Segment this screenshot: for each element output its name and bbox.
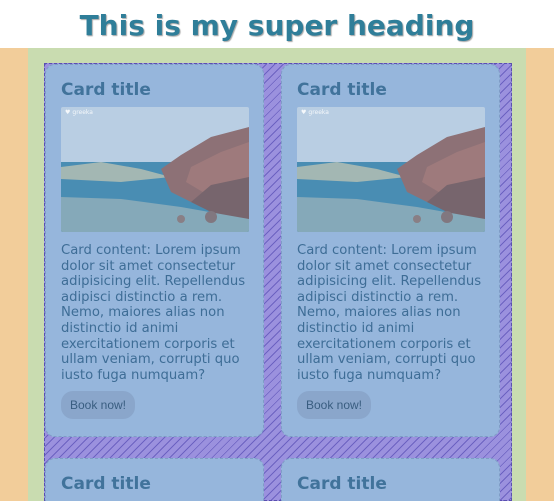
card-content: Card content: Lorem ipsum dolor sit amet…	[297, 243, 482, 383]
card: Card title	[45, 458, 264, 501]
card-image: ♥ greeka	[61, 107, 249, 232]
image-watermark: ♥ greeka	[65, 109, 93, 116]
card-title: Card title	[61, 474, 151, 494]
beach-cliff-photo	[297, 107, 485, 232]
card-title: Card title	[61, 80, 151, 100]
card-content: Card content: Lorem ipsum dolor sit amet…	[61, 243, 246, 383]
heart-icon: ♥	[65, 109, 71, 116]
card: Card title ♥ greeka Card content: Lorem …	[45, 64, 264, 437]
card-title: Card title	[297, 80, 387, 100]
card: Card title	[281, 458, 500, 501]
watermark-text: greeka	[72, 109, 93, 116]
card-title: Card title	[297, 474, 387, 494]
image-watermark: ♥ greeka	[301, 109, 329, 116]
watermark-text: greeka	[308, 109, 329, 116]
beach-cliff-photo	[61, 107, 249, 232]
page-heading: This is my super heading	[79, 8, 475, 42]
card-image: ♥ greeka	[297, 107, 485, 232]
heart-icon: ♥	[301, 109, 307, 116]
book-now-button[interactable]: Book now!	[61, 391, 135, 419]
book-now-button[interactable]: Book now!	[297, 391, 371, 419]
card: Card title ♥ greeka Card content: Lorem …	[281, 64, 500, 437]
card-grid: Card title ♥ greeka Card content: Lorem …	[44, 63, 512, 501]
